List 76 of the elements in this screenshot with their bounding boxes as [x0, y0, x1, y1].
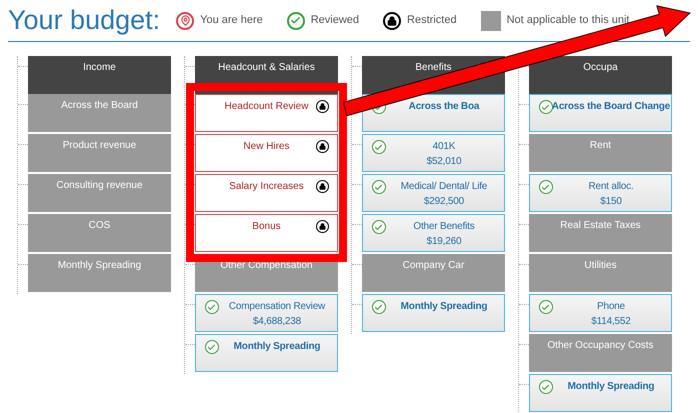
- cell-label: Company Car: [402, 259, 464, 273]
- cell-label: Headcount Review: [224, 100, 308, 114]
- budget-item[interactable]: Monthly Spreading: [362, 294, 505, 332]
- cell-label: COS: [88, 219, 110, 233]
- lock-icon: [316, 220, 329, 233]
- header-label: Occupa: [583, 61, 618, 75]
- check-icon: [538, 300, 553, 314]
- budget-item[interactable]: Headcount Review: [194, 94, 338, 132]
- budget-item[interactable]: Real Estate Taxes: [528, 214, 672, 252]
- not-applicable-icon: [480, 10, 501, 30]
- cell-label: Consulting revenue: [56, 179, 143, 193]
- lock-icon: [316, 140, 329, 153]
- cell-label: Compensation Review $4,688,238: [228, 300, 326, 329]
- budget-item[interactable]: Medical/ Dental/ Life $292,500: [362, 174, 505, 212]
- cell-label: Monthly Spreading: [58, 259, 142, 273]
- legend-label: You are here: [200, 13, 263, 28]
- budget-item[interactable]: Across the Board Change: [528, 94, 672, 132]
- budget-item[interactable]: Salary Increases: [194, 174, 338, 212]
- header-label: Headcount & Salaries: [218, 61, 315, 75]
- budget-item[interactable]: Rent alloc. $150: [528, 174, 672, 212]
- budget-item[interactable]: Product revenue: [28, 134, 171, 172]
- cell-label: Across the Boa: [408, 100, 480, 114]
- cell-label: Other Occupancy Costs: [547, 339, 654, 353]
- budget-item[interactable]: Company Car: [362, 254, 505, 292]
- lock-icon: [316, 180, 329, 193]
- budget-item[interactable]: Monthly Spreading: [194, 334, 338, 372]
- cell-label: Monthly Spreading: [234, 340, 320, 354]
- cell-label: Monthly Spreading: [400, 300, 488, 314]
- check-icon: [204, 340, 219, 354]
- cell-label: Phone $114,552: [591, 300, 631, 329]
- budget-item[interactable]: Other Occupancy Costs: [528, 334, 672, 372]
- cell-label: Monthly Spreading: [568, 380, 654, 394]
- budget-item[interactable]: Other Benefits $19,260: [362, 214, 505, 252]
- check-icon: [204, 300, 219, 314]
- budget-item[interactable]: COS: [28, 214, 171, 252]
- cell-label: Medical/ Dental/ Life $292,500: [400, 180, 488, 209]
- cell-label: Rent: [590, 139, 612, 153]
- cell-label: New Hires: [243, 140, 290, 154]
- check-icon: [538, 180, 553, 194]
- budget-item[interactable]: Utilities: [528, 254, 672, 292]
- budget-item[interactable]: Across the Board: [28, 94, 171, 132]
- lock-icon: [383, 12, 402, 30]
- check-icon: [372, 140, 386, 154]
- budget-item[interactable]: Monthly Spreading: [528, 374, 672, 412]
- budget-item[interactable]: Phone $114,552: [528, 294, 672, 332]
- budget-item[interactable]: Rent: [528, 134, 672, 172]
- budget-item[interactable]: 401K $52,010: [362, 134, 505, 172]
- check-icon: [372, 180, 386, 194]
- page-title: Your budget:: [8, 4, 160, 38]
- header-label: Benefits: [415, 61, 452, 75]
- cell-label: Real Estate Taxes: [560, 219, 641, 233]
- cell-label: Utilities: [584, 259, 617, 273]
- legend-label: Reviewed: [310, 13, 360, 28]
- check-icon: [372, 220, 386, 234]
- check-icon: [538, 380, 553, 394]
- cell-label: Rent alloc. $150: [588, 180, 634, 209]
- cell-label: Salary Increases: [229, 180, 304, 194]
- budget-item[interactable]: Bonus: [194, 214, 338, 252]
- cell-label: 401K $52,010: [426, 140, 462, 169]
- location-pin-icon: [176, 12, 194, 30]
- check-icon: [538, 100, 553, 114]
- cell-label: Other Benefits $19,260: [413, 220, 475, 249]
- budget-item[interactable]: Compensation Review $4,688,238: [194, 294, 338, 332]
- check-icon: [372, 300, 386, 314]
- budget-item[interactable]: Consulting revenue: [28, 174, 171, 212]
- check-icon: [286, 12, 305, 30]
- lock-icon: [316, 100, 329, 113]
- legend-label: Restricted: [407, 13, 457, 28]
- header-label: Income: [83, 61, 116, 75]
- cell-label: Across the Board Change: [552, 100, 670, 114]
- cell-label: Bonus: [252, 220, 281, 234]
- legend-label: Not applicable to this unit: [506, 13, 630, 28]
- budget-item[interactable]: New Hires: [194, 134, 338, 172]
- cell-label: Product revenue: [62, 139, 136, 153]
- cell-label: Across the Board: [61, 99, 138, 113]
- budget-item[interactable]: Monthly Spreading: [28, 254, 171, 292]
